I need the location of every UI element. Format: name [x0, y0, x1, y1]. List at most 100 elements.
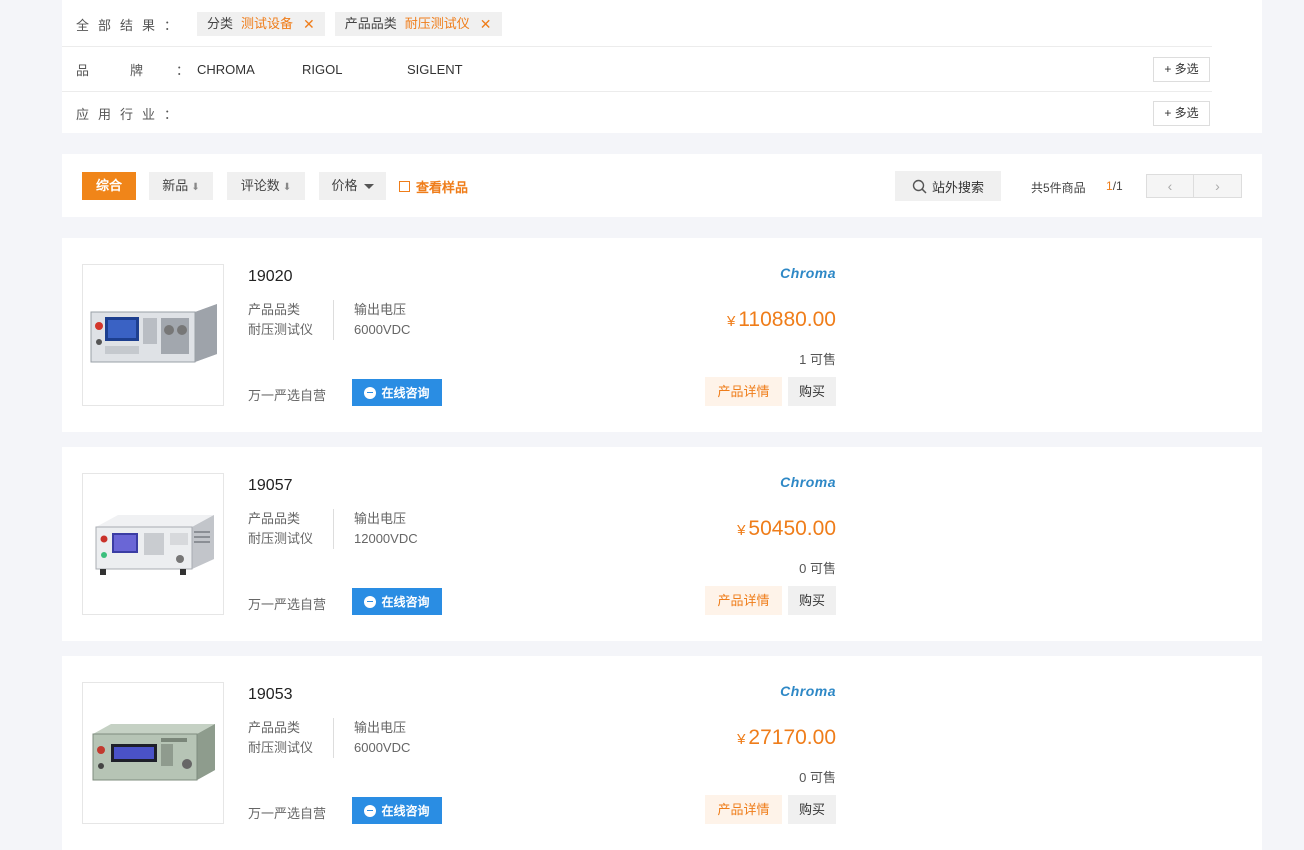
search-icon	[912, 179, 927, 194]
product-card: 19057 产品品类 耐压测试仪 输出电压 12000VDC 万一严选自营 在线…	[62, 447, 1262, 641]
brand-link-siglent[interactable]: SIGLENT	[407, 62, 463, 77]
hipot-tester-image	[92, 724, 215, 781]
product-card: 19053 产品品类 耐压测试仪 输出电压 6000VDC 万一严选自营 在线咨…	[62, 656, 1262, 850]
sort-reviews-button[interactable]: 评论数 ⬇	[227, 172, 305, 200]
seller-label: 万一严选自营	[248, 388, 327, 403]
pager: ‹ ›	[1146, 174, 1242, 198]
attr-category-value: 耐压测试仪	[248, 740, 314, 755]
product-attributes: 产品品类 耐压测试仪 输出电压 6000VDC	[248, 718, 410, 758]
sort-new-button[interactable]: 新品 ⬇	[149, 172, 213, 200]
attr-category: 产品品类 耐压测试仪	[248, 509, 335, 549]
attr-category-label: 产品品类	[248, 511, 301, 526]
filter-row-brand: 品 牌 ： CHROMA RIGOL SIGLENT + 多选	[62, 47, 1212, 92]
industry-label: 应用行业：	[76, 106, 187, 122]
attr-category-value: 耐压测试仪	[248, 322, 314, 337]
brand-label-char: 品	[76, 62, 90, 78]
product-detail-button[interactable]: 产品详情	[705, 377, 782, 406]
brand-logo: Chroma	[780, 683, 836, 699]
caret-down-icon	[363, 184, 374, 190]
price-value: 110880.00	[738, 308, 836, 331]
stock-available: 0 可售	[799, 561, 836, 576]
page-current: 1	[1106, 179, 1113, 193]
chat-bubble-icon	[364, 386, 377, 399]
brand-label-char: 牌	[130, 62, 144, 78]
seller-label: 万一严选自营	[248, 806, 327, 821]
buy-button[interactable]: 购买	[788, 377, 836, 406]
external-search-button[interactable]: 站外搜索	[895, 171, 1001, 201]
product-price: ¥50450.00	[737, 517, 836, 541]
buy-button[interactable]: 购买	[788, 586, 836, 615]
product-detail-button[interactable]: 产品详情	[705, 795, 782, 824]
brand-link-rigol[interactable]: RIGOL	[302, 62, 407, 77]
brand-list: CHROMA RIGOL SIGLENT	[197, 62, 463, 77]
product-name[interactable]: 19020	[248, 268, 293, 286]
attr-category: 产品品类 耐压测试仪	[248, 718, 335, 758]
attr-category: 产品品类 耐压测试仪	[248, 300, 335, 340]
chip-key: 分类	[207, 16, 234, 31]
industry-multi-select-button[interactable]: + 多选	[1153, 100, 1210, 126]
sort-reviews-label: 评论数	[240, 178, 280, 193]
attr-voltage-label: 输出电压	[354, 302, 407, 317]
product-name[interactable]: 19053	[248, 686, 293, 704]
filter-chip-category[interactable]: 分类 测试设备 ✕	[197, 12, 325, 36]
currency-symbol: ¥	[737, 731, 746, 748]
filter-chip-product-type[interactable]: 产品品类 耐压测试仪 ✕	[334, 12, 502, 36]
attr-voltage: 输出电压 6000VDC	[334, 718, 410, 758]
product-image[interactable]	[82, 682, 224, 824]
attr-category-label: 产品品类	[248, 302, 301, 317]
stock-available: 1 可售	[799, 352, 836, 367]
view-samples-checkbox[interactable]: 查看样品	[399, 172, 468, 200]
brand-label: 品 牌 ：	[62, 60, 189, 79]
chat-bubble-icon	[364, 595, 377, 608]
product-image[interactable]	[82, 473, 224, 615]
hipot-tester-image	[90, 304, 217, 363]
buy-button[interactable]: 购买	[788, 795, 836, 824]
brand-link-chroma[interactable]: CHROMA	[197, 62, 302, 77]
page-total: /1	[1112, 179, 1123, 193]
filter-row-all-results: 全部结果： 分类 测试设备 ✕ 产品品类 耐压测试仪 ✕	[62, 2, 1212, 47]
chip-value: 耐压测试仪	[404, 16, 470, 31]
product-detail-button[interactable]: 产品详情	[705, 586, 782, 615]
remove-filter-icon[interactable]: ✕	[303, 12, 315, 36]
brand-logo: Chroma	[780, 474, 836, 490]
online-consult-button[interactable]: 在线咨询	[352, 588, 442, 615]
brand-multi-select-button[interactable]: + 多选	[1153, 56, 1210, 82]
stock-available: 0 可售	[799, 770, 836, 785]
chat-bubble-icon	[364, 804, 377, 817]
currency-symbol: ¥	[737, 522, 746, 539]
chip-key: 产品品类	[344, 16, 397, 31]
arrow-down-icon: ⬇	[282, 182, 292, 193]
product-attributes: 产品品类 耐压测试仪 输出电压 12000VDC	[248, 509, 418, 549]
page-indicator: 1/1	[1106, 179, 1123, 193]
arrow-down-icon: ⬇	[191, 182, 200, 193]
prev-page-button[interactable]: ‹	[1146, 174, 1194, 198]
all-results-label: 全部结果：	[76, 17, 187, 33]
filter-panel: 全部结果： 分类 测试设备 ✕ 产品品类 耐压测试仪 ✕ 品 牌 ： CHROMA …	[62, 0, 1262, 133]
remove-filter-icon[interactable]: ✕	[480, 12, 492, 36]
product-attributes: 产品品类 耐压测试仪 输出电压 6000VDC	[248, 300, 410, 340]
attr-voltage-label: 输出电压	[354, 720, 407, 735]
checkbox-icon	[399, 180, 410, 192]
currency-symbol: ¥	[726, 313, 736, 330]
product-price: ¥27170.00	[737, 726, 836, 750]
hipot-tester-image	[95, 515, 214, 575]
online-consult-label: 在线咨询	[381, 595, 430, 609]
sort-toolbar: 综合 新品 ⬇ 评论数 ⬇ 价格 查看样品 站外搜索 共5件商品 1/1 ‹ ›	[62, 154, 1262, 217]
attr-voltage-value: 6000VDC	[354, 740, 411, 755]
online-consult-button[interactable]: 在线咨询	[352, 379, 442, 406]
product-image[interactable]	[82, 264, 224, 406]
sort-default-button[interactable]: 综合	[82, 172, 136, 200]
attr-voltage-value: 6000VDC	[354, 322, 411, 337]
next-page-button[interactable]: ›	[1194, 174, 1242, 198]
seller-label: 万一严选自营	[248, 597, 327, 612]
sort-new-label: 新品	[162, 178, 189, 193]
product-name[interactable]: 19057	[248, 477, 293, 495]
online-consult-button[interactable]: 在线咨询	[352, 797, 442, 824]
external-search-label: 站外搜索	[931, 179, 984, 195]
sort-price-button[interactable]: 价格	[319, 172, 386, 200]
price-value: 27170.00	[748, 726, 836, 749]
brand-label-colon: ：	[176, 62, 190, 78]
attr-category-label: 产品品类	[248, 720, 301, 735]
brand-logo: Chroma	[780, 265, 836, 281]
sort-price-label: 价格	[331, 178, 358, 193]
